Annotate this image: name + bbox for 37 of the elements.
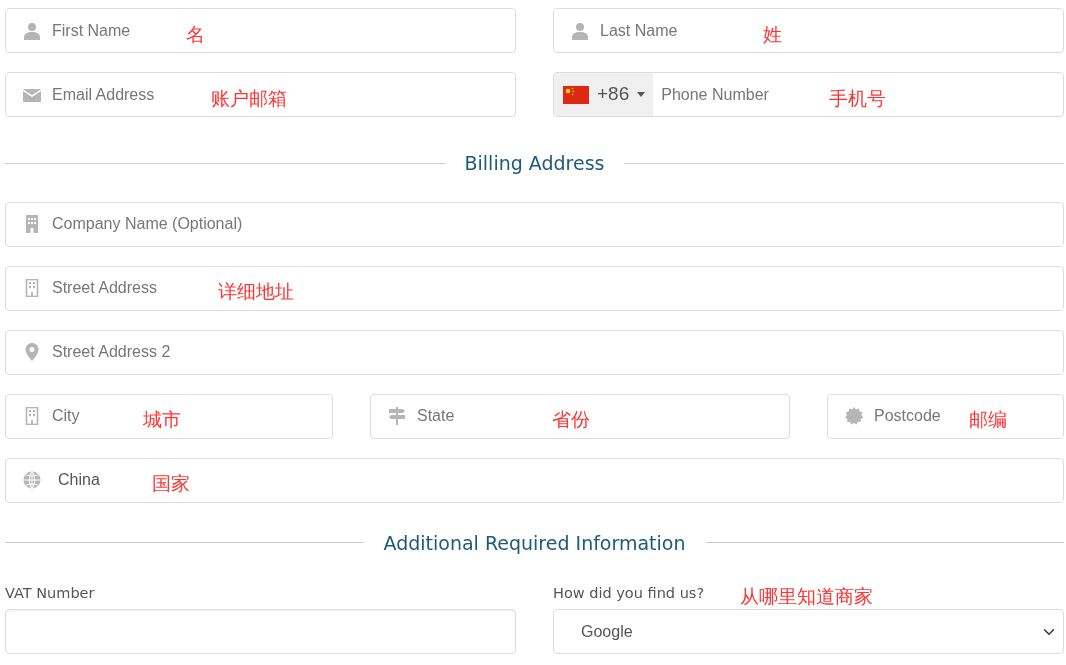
globe-icon bbox=[23, 471, 41, 489]
building-icon bbox=[23, 407, 41, 425]
annotation-text: 从哪里知道商家 bbox=[740, 583, 873, 609]
flag-icon bbox=[563, 85, 589, 104]
country-code-dropdown[interactable]: +86 bbox=[554, 73, 654, 116]
field-label: VAT Number bbox=[5, 585, 95, 601]
annotation-text: 国家 bbox=[152, 470, 190, 496]
caret-icon bbox=[637, 92, 646, 97]
country-field[interactable]: China 国家 bbox=[5, 457, 1064, 503]
input-field[interactable]: Postcode 邮编 bbox=[827, 393, 1064, 439]
annotation-text: 邮编 bbox=[969, 406, 1007, 432]
phone-field[interactable]: +86 Phone Number 手机号 bbox=[553, 72, 1064, 117]
section-heading: Additional Required Information bbox=[383, 530, 686, 556]
annotation-text: 账户邮箱 bbox=[211, 85, 287, 111]
annotation-text: 姓 bbox=[763, 21, 782, 47]
input-field[interactable]: State 省份 bbox=[370, 393, 790, 439]
person-icon bbox=[571, 21, 589, 40]
seal-icon bbox=[845, 407, 863, 425]
annotation-text: 详细地址 bbox=[218, 278, 294, 304]
annotation-text: 手机号 bbox=[829, 85, 886, 111]
person-icon bbox=[23, 21, 41, 40]
annotation-text: 城市 bbox=[143, 406, 181, 432]
building-icon bbox=[23, 215, 41, 233]
annotation-text: 省份 bbox=[552, 406, 590, 432]
input-field[interactable]: Street Address 详细地址 bbox=[5, 265, 1064, 311]
annotation-text: 名 bbox=[186, 21, 205, 47]
map-pin-icon bbox=[23, 343, 41, 361]
input-field[interactable]: First Name 名 bbox=[5, 8, 516, 53]
signpost-icon bbox=[388, 407, 406, 425]
input-field[interactable]: Last Name 姓 bbox=[553, 8, 1064, 53]
input-field[interactable]: Email Address 账户邮箱 bbox=[5, 72, 516, 117]
input-field[interactable]: City 城市 bbox=[5, 393, 333, 439]
building-icon bbox=[23, 279, 41, 297]
field-label: How did you find us? bbox=[553, 585, 705, 601]
source-dropdown[interactable]: Google bbox=[553, 609, 1064, 654]
vat-number-field[interactable] bbox=[5, 609, 516, 654]
section-heading: Billing Address bbox=[464, 151, 605, 176]
